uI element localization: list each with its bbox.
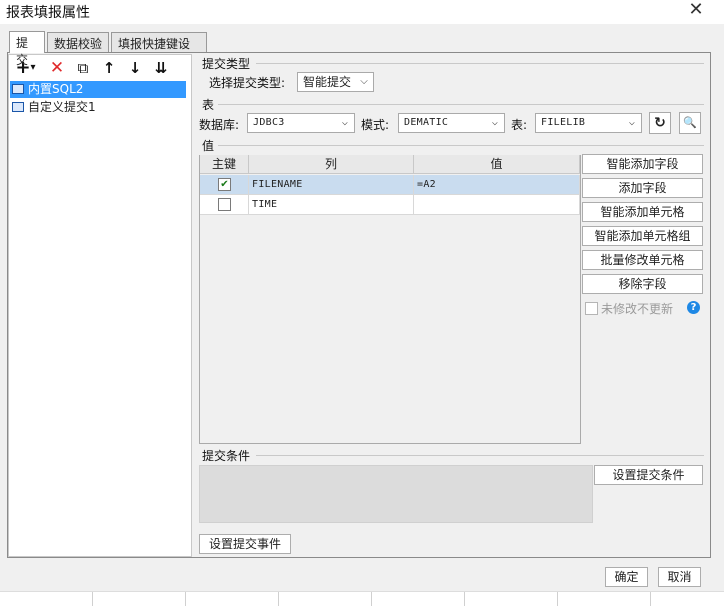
divider [256, 63, 704, 64]
copy-icon[interactable]: ⧉ [72, 58, 94, 78]
sort-icon[interactable]: ⇊ [150, 58, 172, 78]
divider [218, 145, 704, 146]
smart-add-field-button[interactable]: 智能添加字段 [582, 154, 703, 174]
database-value: JDBC3 [253, 117, 285, 128]
value-cell[interactable]: =A2 [414, 175, 580, 195]
window-title: 报表填报属性 [6, 5, 90, 21]
value-cell[interactable] [414, 195, 580, 215]
move-down-icon[interactable]: ↓ [124, 58, 146, 78]
sql-icon [12, 102, 24, 112]
submit-type-select[interactable]: 智能提交 ⌵ [297, 72, 374, 92]
key-cell: ✔ [200, 175, 249, 195]
conditions-area [199, 465, 593, 523]
chevron-down-icon: ⌵ [360, 76, 368, 87]
tab-shortcut-settings[interactable]: 填报快捷键设置 [111, 32, 207, 68]
tab-data-validation[interactable]: 数据校验 [47, 32, 109, 53]
schema-label: 模式: [361, 118, 390, 132]
column-cell[interactable]: TIME [249, 195, 414, 215]
preview-icon[interactable]: 🔍 [679, 112, 701, 134]
add-dropdown-icon[interactable]: ▾ [28, 58, 38, 78]
help-icon[interactable]: ? [687, 301, 700, 314]
primary-key-checkbox[interactable] [218, 198, 231, 211]
no-update-checkbox[interactable] [585, 302, 598, 315]
tree-item-label: 自定义提交1 [28, 100, 96, 114]
smart-add-cell-button[interactable]: 智能添加单元格 [582, 202, 703, 222]
table-label: 表: [511, 118, 528, 132]
section-submit-type: 提交类型 [202, 57, 251, 71]
background-spreadsheet [0, 592, 724, 606]
set-submit-event-button[interactable]: 设置提交事件 [199, 534, 291, 554]
schema-select[interactable]: DEMATIC ⌵ [398, 113, 505, 133]
set-conditions-button[interactable]: 设置提交条件 [594, 465, 703, 485]
delete-icon[interactable]: ✕ [46, 58, 68, 78]
ok-button[interactable]: 确定 [605, 567, 648, 587]
database-label: 数据库: [199, 118, 240, 132]
schema-value: DEMATIC [404, 117, 449, 128]
add-field-button[interactable]: 添加字段 [582, 178, 703, 198]
batch-modify-cell-button[interactable]: 批量修改单元格 [582, 250, 703, 270]
title-bar: 报表填报属性 ✕ [0, 0, 724, 24]
database-select[interactable]: JDBC3 ⌵ [247, 113, 355, 133]
section-values: 值 [202, 139, 215, 153]
chevron-down-icon: ⌵ [491, 117, 499, 128]
no-update-label: 未修改不更新 [601, 302, 674, 316]
divider [256, 455, 704, 456]
tree-item-builtin-sql2[interactable]: 内置SQL2 [10, 81, 186, 98]
move-up-icon[interactable]: ↑ [98, 58, 120, 78]
table-value: FILELIB [541, 117, 586, 128]
smart-add-cell-group-button[interactable]: 智能添加单元格组 [582, 226, 703, 246]
sql-icon [12, 84, 24, 94]
tab-submit[interactable]: 提交 [9, 31, 45, 67]
close-icon[interactable]: ✕ [684, 0, 708, 22]
tree-item-label: 内置SQL2 [28, 82, 84, 96]
tree-item-custom-submit1[interactable]: 自定义提交1 [10, 99, 186, 116]
refresh-icon[interactable]: ↻ [649, 112, 671, 134]
primary-key-checkbox[interactable]: ✔ [218, 178, 231, 191]
section-conditions: 提交条件 [202, 449, 251, 463]
column-cell[interactable]: FILENAME [249, 175, 414, 195]
submit-type-label: 选择提交类型: [209, 76, 286, 90]
remove-field-button[interactable]: 移除字段 [582, 274, 703, 294]
chevron-down-icon: ⌵ [628, 117, 636, 128]
table-select[interactable]: FILELIB ⌵ [535, 113, 642, 133]
cancel-button[interactable]: 取消 [658, 567, 701, 587]
header-value: 值 [414, 155, 580, 174]
submit-list-panel [8, 54, 192, 557]
header-column: 列 [249, 155, 414, 174]
section-table: 表 [202, 98, 215, 112]
chevron-down-icon: ⌵ [341, 117, 349, 128]
submit-type-value: 智能提交 [303, 75, 352, 89]
header-key: 主键 [200, 155, 249, 174]
divider [218, 104, 704, 105]
key-cell [200, 195, 249, 215]
